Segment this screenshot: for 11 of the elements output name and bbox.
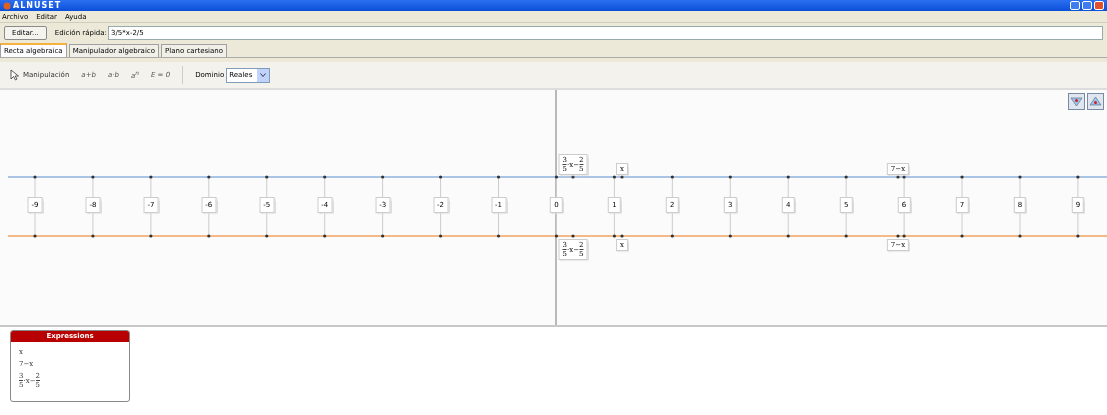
cursor-icon <box>10 69 20 81</box>
window-title: ALNUSET <box>13 0 62 11</box>
restore-button[interactable] <box>1082 1 1092 10</box>
app-icon <box>3 1 11 10</box>
view-icon <box>1070 96 1083 107</box>
chevron-down-icon <box>260 73 267 77</box>
close-button[interactable] <box>1094 1 1104 10</box>
view-button[interactable] <box>1087 93 1104 110</box>
view-icon <box>1089 96 1102 107</box>
minimize-button[interactable] <box>1070 1 1080 10</box>
view-button[interactable] <box>1068 93 1085 110</box>
